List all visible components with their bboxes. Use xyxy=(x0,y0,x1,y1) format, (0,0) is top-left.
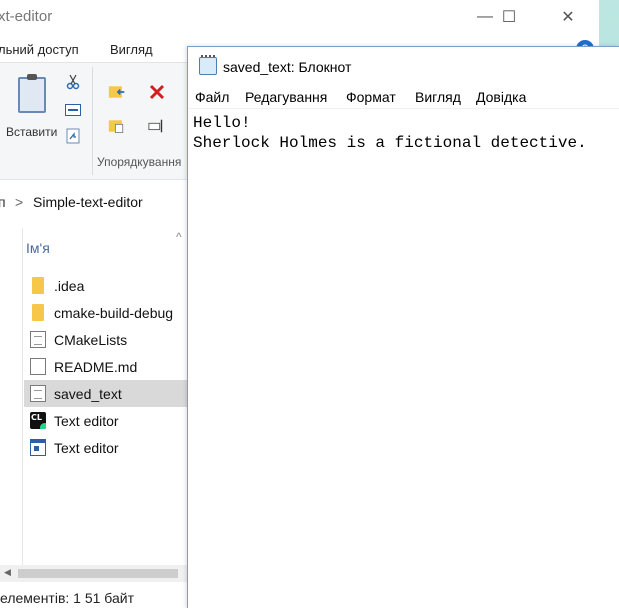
copy-path-icon[interactable] xyxy=(64,101,82,119)
list-item[interactable]: .idea xyxy=(24,272,194,299)
menu-edit[interactable]: Редагування xyxy=(245,89,327,105)
file-name: .idea xyxy=(54,278,85,294)
explorer-titlebar: xt-editor — ☐ ✕ xyxy=(0,0,600,34)
notepad-titlebar[interactable]: saved_text: Блокнот xyxy=(188,47,619,85)
notepad-text-area[interactable]: Hello! Sherlock Holmes is a fictional de… xyxy=(193,113,619,153)
paste-button[interactable]: Вставити xyxy=(4,71,58,151)
sort-ascending-icon: ^ xyxy=(176,230,182,244)
status-bar-text: елементів: 1 51 байт xyxy=(0,590,135,606)
file-name: CMakeLists xyxy=(54,332,128,348)
move-to-icon[interactable] xyxy=(108,83,126,101)
breadcrumb-current-folder[interactable]: Simple-text-editor xyxy=(33,194,143,210)
file-name: Text editor xyxy=(54,413,119,429)
file-list: .idea cmake-build-debug CMakeLists READM… xyxy=(24,272,194,461)
ribbon-separator xyxy=(92,67,93,175)
notepad-menu-bar: Файл Редагування Формат Вигляд Довідка xyxy=(188,85,619,109)
paste-shortcut-icon[interactable] xyxy=(64,127,82,145)
breadcrumb-separator-icon: > xyxy=(15,194,24,210)
notepad-window: saved_text: Блокнот Файл Редагування Фор… xyxy=(187,46,619,608)
clipboard-icon xyxy=(18,74,46,113)
maximize-button[interactable]: ☐ xyxy=(486,0,532,34)
list-item[interactable]: Text editor xyxy=(24,407,194,434)
list-item[interactable]: CMakeLists xyxy=(24,326,194,353)
column-divider xyxy=(22,228,23,568)
menu-view[interactable]: Вигляд xyxy=(415,89,461,105)
tab-share[interactable]: льний доступ xyxy=(0,42,79,57)
file-name: Text editor xyxy=(54,440,119,456)
horizontal-scrollbar[interactable]: ◀ xyxy=(0,565,190,582)
notepad-window-title: saved_text: Блокнот xyxy=(223,59,352,75)
explorer-window-title: xt-editor xyxy=(0,8,53,25)
folder-icon xyxy=(32,304,44,321)
clion-icon xyxy=(30,412,46,429)
delete-icon[interactable] xyxy=(148,83,166,101)
text-file-icon xyxy=(30,385,46,402)
menu-format[interactable]: Формат xyxy=(346,89,396,105)
menu-help[interactable]: Довідка xyxy=(476,89,526,105)
cut-icon[interactable] xyxy=(64,73,82,91)
organize-group-label: Упорядкування xyxy=(97,155,182,169)
file-name: cmake-build-debug xyxy=(54,305,174,321)
file-name: README.md xyxy=(54,359,138,375)
column-name-header[interactable]: Ім'я xyxy=(26,240,50,256)
list-item[interactable]: README.md xyxy=(24,353,194,380)
application-icon xyxy=(30,439,46,456)
list-item[interactable]: cmake-build-debug xyxy=(24,299,194,326)
folder-icon xyxy=(32,277,44,294)
copy-to-icon[interactable] xyxy=(108,117,126,135)
rename-icon[interactable] xyxy=(148,117,166,135)
file-name: saved_text xyxy=(54,386,122,402)
notepad-icon xyxy=(199,55,217,75)
close-button[interactable]: ✕ xyxy=(545,0,591,34)
menu-file[interactable]: Файл xyxy=(195,89,229,105)
list-item[interactable]: Text editor xyxy=(24,434,194,461)
scroll-left-icon[interactable]: ◀ xyxy=(4,567,11,578)
file-icon xyxy=(30,358,46,375)
text-file-icon xyxy=(30,331,46,348)
list-item-selected[interactable]: saved_text xyxy=(24,380,194,407)
tab-view[interactable]: Вигляд xyxy=(110,42,153,57)
scrollbar-thumb[interactable] xyxy=(18,569,178,578)
breadcrumb-prefix[interactable]: п xyxy=(0,194,6,210)
paste-label: Вставити xyxy=(6,125,58,139)
